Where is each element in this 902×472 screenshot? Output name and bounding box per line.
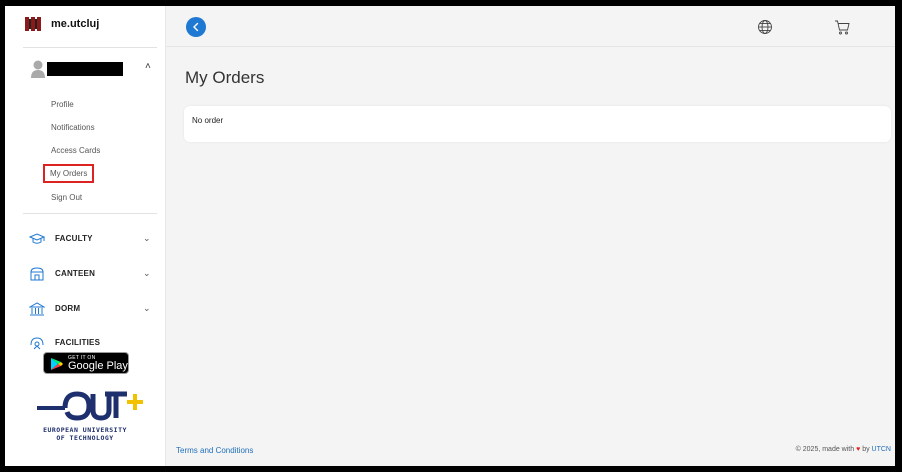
nav-item-facilities[interactable]: FACILITIES [5, 334, 165, 354]
user-name-redacted [47, 62, 123, 76]
utcluj-logo-icon [25, 17, 41, 31]
nav-label: DORM [55, 304, 81, 313]
globe-icon[interactable] [756, 18, 774, 36]
utcn-link[interactable]: UTCN [872, 446, 891, 453]
eut-line-2: OF TECHNOLOGY [56, 434, 114, 442]
nav-item-faculty[interactable]: FACULTY ⌄ [5, 230, 165, 250]
top-bar [166, 6, 895, 47]
chevron-down-icon: ⌄ [143, 303, 151, 313]
brand-link[interactable]: me.utcluj [5, 6, 165, 46]
cart-icon[interactable] [833, 18, 851, 36]
menu-item-profile[interactable]: Profile [51, 100, 74, 109]
orders-card: No order [184, 106, 891, 142]
google-play-icon [51, 358, 63, 370]
chevron-up-icon: ˄ [145, 61, 151, 72]
eut-logo [37, 391, 143, 421]
eut-line-1: EUROPEAN UNIVERSITY [43, 426, 127, 434]
heart-icon: ♥ [856, 446, 861, 453]
canteen-icon [30, 267, 44, 281]
nav-item-canteen[interactable]: CANTEEN ⌄ [5, 265, 165, 285]
user-menu-toggle[interactable]: ˄ [5, 54, 165, 84]
chevron-left-icon [193, 22, 199, 32]
sidebar: me.utcluj ˄ Profile Notifications Access… [5, 6, 166, 466]
footer-credits: © 2025, made with ♥ by UTCN [796, 446, 891, 453]
nav-item-dorm[interactable]: DORM ⌄ [5, 300, 165, 320]
facilities-icon [30, 337, 44, 350]
nav-label: CANTEEN [55, 269, 96, 278]
google-play-badge[interactable]: GET IT ON Google Play [43, 352, 129, 374]
divider [23, 47, 157, 48]
copyright-text: © 2025, made with [795, 446, 855, 453]
divider [23, 213, 157, 214]
page-title: My Orders [185, 68, 265, 87]
by-text: by [862, 446, 870, 453]
menu-item-access-cards[interactable]: Access Cards [51, 146, 100, 155]
avatar-icon [31, 60, 45, 78]
nav-label: FACULTY [55, 234, 93, 243]
brand-name: me.utcluj [51, 18, 100, 30]
menu-item-sign-out[interactable]: Sign Out [51, 193, 82, 202]
chevron-down-icon: ⌄ [143, 233, 151, 243]
badge-big-text: Google Play [68, 360, 128, 372]
building-icon [29, 302, 45, 316]
graduation-cap-icon [29, 233, 45, 244]
menu-item-my-orders[interactable]: My Orders [43, 164, 95, 183]
sidebar-toggle-button[interactable] [186, 17, 206, 37]
terms-link[interactable]: Terms and Conditions [176, 446, 253, 455]
app-window: me.utcluj ˄ Profile Notifications Access… [5, 6, 895, 466]
empty-state-text: No order [192, 116, 224, 125]
chevron-down-icon: ⌄ [143, 268, 151, 278]
nav-label: FACILITIES [55, 338, 101, 347]
menu-item-notifications[interactable]: Notifications [51, 123, 95, 132]
